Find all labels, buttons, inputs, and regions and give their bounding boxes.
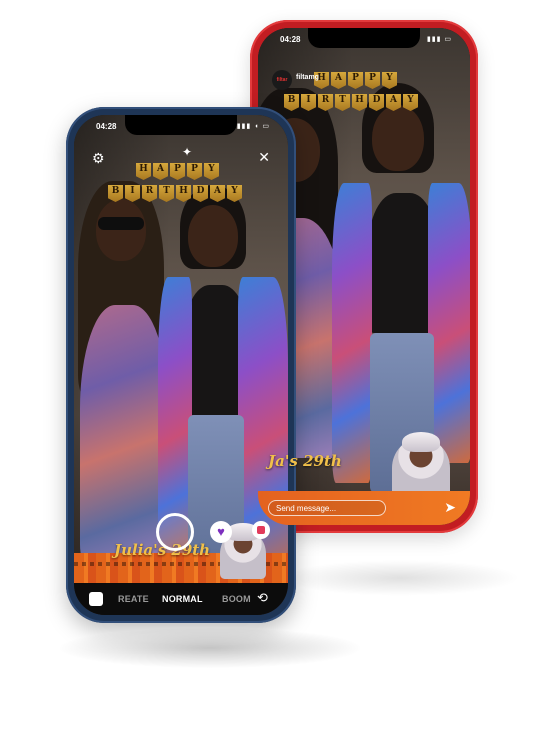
banner-flag: P (365, 72, 380, 89)
camera-mode-bar: REATE NORMAL BOOM ⟲ (74, 583, 288, 615)
front-phone: 04:28 ▮▮▮ ◖ ▭ ⚙ ✦ ✕ H A P P Y B I R T H … (66, 107, 296, 623)
mode-boomerang[interactable]: BOOM (222, 594, 251, 604)
banner-flag: D (369, 94, 384, 111)
status-time: 04:28 (280, 35, 301, 44)
banner-flag: H (136, 163, 151, 180)
birthday-caption: Ja's 29th (268, 452, 342, 470)
birthday-banner: B I R T H D A Y (284, 94, 420, 111)
banner-flag: P (170, 163, 185, 180)
close-icon[interactable]: ✕ (258, 149, 270, 166)
banner-flag: H (352, 94, 367, 111)
banner-flag: A (331, 72, 346, 89)
account-name[interactable]: filtamg (296, 74, 319, 81)
status-icons: ▮▮▮ ◖ ▭ (236, 123, 270, 130)
banner-flag: A (386, 94, 401, 111)
effect-thumbnail-button[interactable] (252, 521, 270, 539)
status-icons: ▮▮▮ ▭ (426, 36, 452, 43)
send-message-input[interactable]: Send message... (268, 500, 386, 516)
banner-flag: T (335, 94, 350, 111)
front-phone-screen: 04:28 ▮▮▮ ◖ ▭ ⚙ ✦ ✕ H A P P Y B I R T H … (74, 115, 288, 615)
banner-flag: P (348, 72, 363, 89)
gallery-thumbnail[interactable] (89, 592, 103, 606)
sparkle-icon[interactable]: ✦ (182, 145, 192, 159)
mode-create[interactable]: REATE (118, 594, 149, 604)
shutter-button[interactable] (156, 513, 194, 551)
send-icon[interactable]: ➤ (444, 499, 456, 516)
front-phone-shadow (60, 628, 360, 668)
heart-effect-button[interactable]: ♥ (210, 521, 232, 543)
banner-flag: Y (204, 163, 219, 180)
banner-flag: T (159, 185, 174, 202)
banner-flag: B (284, 94, 299, 111)
banner-flag: R (142, 185, 157, 202)
notch (125, 115, 237, 135)
mode-normal[interactable]: NORMAL (162, 594, 203, 604)
banner-flag: R (318, 94, 333, 111)
celebrant-headwrap (402, 432, 440, 452)
back-phone-shadow (280, 560, 520, 596)
settings-icon[interactable]: ⚙ (92, 151, 106, 165)
banner-flag: A (210, 185, 225, 202)
status-time: 04:28 (96, 122, 117, 131)
flip-camera-icon[interactable]: ⟲ (257, 591, 273, 605)
banner-flag: Y (403, 94, 418, 111)
banner-flag: B (108, 185, 123, 202)
banner-flag: A (153, 163, 168, 180)
banner-flag: I (125, 185, 140, 202)
happy-banner: H A P P Y (314, 72, 399, 89)
notch (308, 28, 420, 48)
banner-flag: Y (227, 185, 242, 202)
happy-banner: H A P P Y (136, 163, 221, 180)
banner-flag: Y (382, 72, 397, 89)
banner-flag: I (301, 94, 316, 111)
banner-flag: P (187, 163, 202, 180)
banner-flag: D (193, 185, 208, 202)
birthday-banner: B I R T H D A Y (108, 185, 244, 202)
message-bar: Send message... ➤ (258, 491, 470, 525)
account-avatar[interactable]: filtar (272, 70, 292, 90)
banner-flag: H (176, 185, 191, 202)
